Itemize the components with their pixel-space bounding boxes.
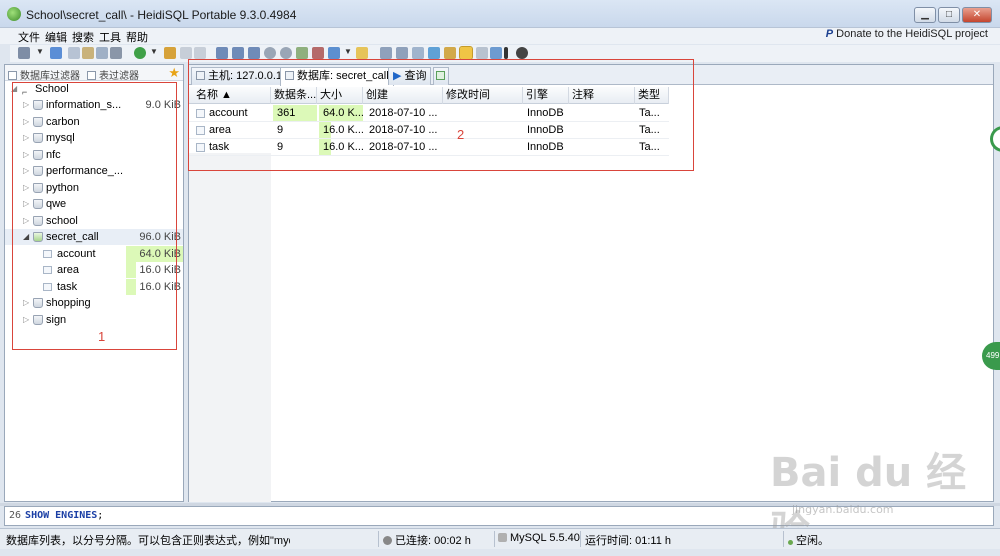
annotation-box-1 [12, 82, 177, 350]
status-separator [580, 531, 581, 547]
donate-label: Donate to the HeidiSQL project [836, 28, 988, 40]
session-manager-icon[interactable] [18, 47, 30, 59]
favorites-icon[interactable] [459, 46, 473, 60]
prev-record-icon[interactable] [232, 47, 244, 59]
title-bar: School\secret_call\ - HeidiSQL Portable … [0, 0, 1000, 28]
maximize-button[interactable]: □ [938, 7, 960, 23]
stop-icon[interactable] [516, 47, 528, 59]
cancel-icon[interactable] [312, 47, 324, 59]
status-hint: 数据库列表，以分号分隔。可以包含正则表达式，例如"mydb;te [6, 535, 290, 547]
refresh-icon[interactable] [134, 47, 146, 59]
grid-empty-area [189, 153, 271, 502]
filter-bar: 数据库过滤器 表过滤器 ★ [5, 65, 183, 82]
copy-icon[interactable] [68, 47, 80, 59]
connect-icon[interactable] [50, 47, 62, 59]
status-idle-label: 空闲。 [796, 535, 829, 547]
baidu-watermark-url: jingyan.baidu.com [792, 503, 894, 516]
menu-tools[interactable]: 工具 [99, 29, 121, 45]
link-icon[interactable] [490, 47, 502, 59]
star-icon[interactable]: ★ [168, 65, 180, 81]
annotation-label-2: 2 [457, 127, 465, 142]
menu-search[interactable]: 搜索 [72, 29, 94, 45]
close-button[interactable]: ✕ [962, 7, 992, 23]
annotation-label-1: 1 [98, 329, 106, 344]
menu-bar: 文件 编辑 搜索 工具 帮助 P Donate to the HeidiSQL p… [0, 28, 1000, 44]
menu-help[interactable]: 帮助 [126, 29, 148, 45]
percent-icon[interactable] [476, 47, 488, 59]
dropdown-arrow-icon[interactable]: ▼ [36, 47, 44, 59]
sql-log-line-number: 26 [9, 510, 22, 521]
status-separator [378, 531, 379, 547]
server-version-icon [498, 533, 507, 542]
paste-icon[interactable] [82, 47, 94, 59]
export-icon[interactable] [180, 47, 192, 59]
undo-icon[interactable] [96, 47, 108, 59]
refresh-dropdown-icon[interactable]: ▼ [150, 47, 158, 59]
import-icon[interactable] [194, 47, 206, 59]
next-record-icon[interactable] [248, 47, 260, 59]
status-server-label: MySQL 5.5.40 [510, 532, 580, 544]
status-separator [783, 531, 784, 547]
snippets-icon[interactable] [428, 47, 440, 59]
edit-icon[interactable] [444, 47, 456, 59]
filter-icon [87, 71, 96, 80]
save-icon[interactable] [380, 47, 392, 59]
paypal-icon: P [825, 28, 834, 40]
status-connected-label: 已连接: 00:02 h [395, 535, 471, 547]
status-server: MySQL 5.5.40 [498, 532, 580, 544]
post-icon[interactable] [296, 47, 308, 59]
status-connected: 已连接: 00:02 h [383, 532, 471, 548]
open-file-icon[interactable] [356, 47, 368, 59]
insert-record-icon[interactable] [264, 47, 276, 59]
filter-icon [8, 71, 17, 80]
run-query-icon[interactable] [328, 47, 340, 59]
menu-file[interactable]: 文件 [18, 29, 40, 45]
format-sql-icon[interactable] [412, 47, 424, 59]
menu-edit[interactable]: 编辑 [45, 29, 67, 45]
delete-record-icon[interactable] [280, 47, 292, 59]
info-icon[interactable] [504, 47, 508, 59]
status-separator [494, 531, 495, 547]
run-dropdown-icon[interactable]: ▼ [344, 47, 352, 59]
print-icon[interactable] [110, 47, 122, 59]
sql-log-rest: ; [97, 510, 104, 521]
db-filter-input[interactable]: 数据库过滤器 [8, 67, 80, 82]
sql-log-keyword: SHOW ENGINES [25, 510, 98, 521]
table-filter-input[interactable]: 表过滤器 [87, 67, 139, 82]
window-title: School\secret_call\ - HeidiSQL Portable … [26, 8, 297, 22]
heidisql-app-icon [7, 7, 21, 21]
minimize-button[interactable]: ▁ [914, 7, 936, 23]
status-bar: 数据库列表，以分号分隔。可以包含正则表达式，例如"mydb;te 已连接: 00… [0, 528, 1000, 549]
status-idle: 空闲。 [788, 532, 829, 548]
first-record-icon[interactable] [216, 47, 228, 59]
connection-icon [383, 536, 392, 545]
save-as-icon[interactable] [396, 47, 408, 59]
idle-indicator-icon [788, 540, 793, 545]
donate-link[interactable]: P Donate to the HeidiSQL project [826, 28, 988, 40]
user-manager-icon[interactable] [164, 47, 176, 59]
annotation-box-2 [188, 59, 694, 171]
status-uptime: 运行时间: 01:11 h [585, 535, 671, 547]
